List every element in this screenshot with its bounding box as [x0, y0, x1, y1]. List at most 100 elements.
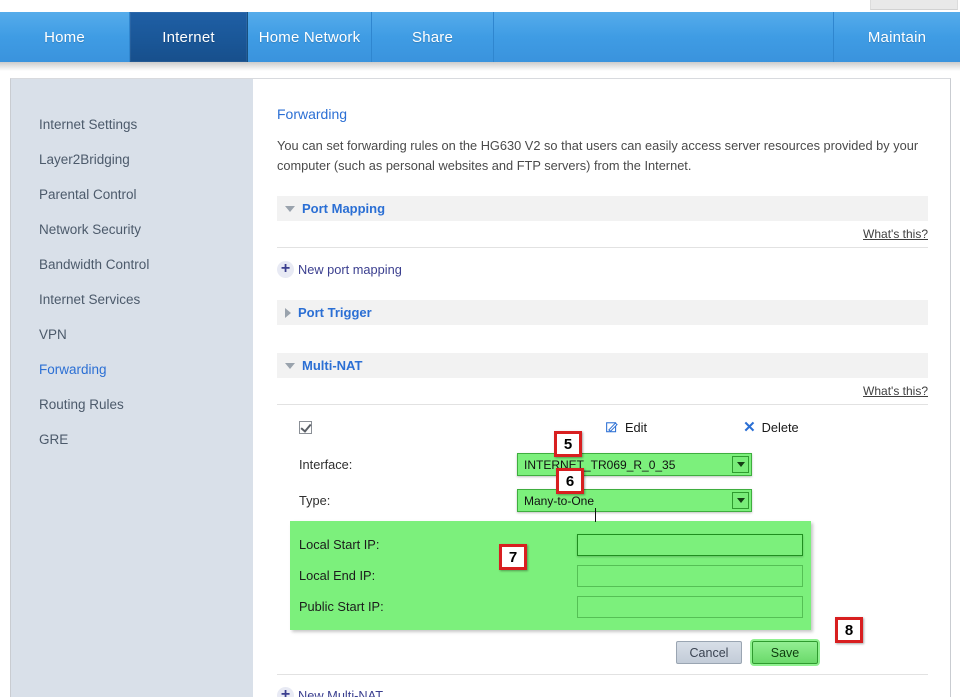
- sidebar-item-forwarding[interactable]: Forwarding: [11, 352, 253, 387]
- sidebar-item-label: Bandwidth Control: [39, 257, 150, 272]
- callout-badge-8: 8: [835, 617, 863, 643]
- ip-fields-panel: Local Start IP: Local End IP: Public Sta…: [290, 521, 811, 630]
- navbar-shadow: [0, 62, 960, 71]
- callout-badge-6: 6: [556, 468, 584, 494]
- sidebar-item-parental-control[interactable]: Parental Control: [11, 177, 253, 212]
- form-divider: [277, 674, 928, 675]
- section-header-port-mapping[interactable]: Port Mapping: [277, 196, 928, 221]
- public-start-ip-label: Public Start IP:: [299, 599, 384, 614]
- callout-number: 8: [844, 621, 854, 639]
- edit-action[interactable]: Edit: [606, 420, 647, 435]
- nav-tab-internet[interactable]: Internet: [130, 12, 248, 62]
- main-navigation-bar: Home Internet Home Network Share Maintai…: [0, 12, 960, 62]
- sidebar-item-routing-rules[interactable]: Routing Rules: [11, 387, 253, 422]
- sidebar-item-label: Internet Services: [39, 292, 141, 307]
- nav-tab-home-label: Home: [44, 28, 85, 46]
- caret-down-icon: [285, 205, 295, 212]
- rule-action-row: Edit ✕ Delete: [277, 411, 928, 443]
- sidebar-item-internet-services[interactable]: Internet Services: [11, 282, 253, 317]
- whats-this-row-port-mapping: What's this?: [277, 221, 928, 248]
- callout-badge-7: 7: [499, 544, 527, 570]
- local-start-ip-input[interactable]: [577, 533, 803, 556]
- sidebar-item-label: Network Security: [39, 222, 142, 237]
- whats-this-link-port-mapping[interactable]: What's this?: [863, 227, 928, 241]
- local-end-ip-label: Local End IP:: [299, 568, 376, 583]
- nav-tab-maintain[interactable]: Maintain: [834, 12, 960, 62]
- chevron-down-icon[interactable]: [732, 456, 749, 473]
- caret-right-icon: [285, 307, 291, 318]
- form-row-local-start-ip: Local Start IP:: [290, 532, 811, 557]
- section-header-port-trigger[interactable]: Port Trigger: [277, 300, 928, 325]
- section-header-multi-nat[interactable]: Multi-NAT: [277, 353, 928, 378]
- sidebar-item-label: Internet Settings: [39, 117, 138, 132]
- interface-dropdown[interactable]: INTERNET_TR069_R_0_35: [517, 453, 752, 476]
- chevron-down-icon[interactable]: [732, 492, 749, 509]
- sidebar-item-label: VPN: [39, 327, 67, 342]
- edit-action-label: Edit: [625, 419, 648, 435]
- type-dropdown[interactable]: Many-to-One: [517, 489, 752, 512]
- sidebar-item-vpn[interactable]: VPN: [11, 317, 253, 352]
- sidebar-list: Internet Settings Layer2Bridging Parenta…: [11, 79, 253, 457]
- sidebar-item-label: Layer2Bridging: [39, 152, 130, 167]
- nav-tab-home[interactable]: Home: [0, 12, 130, 62]
- nav-tab-share-label: Share: [411, 28, 454, 46]
- local-end-ip-input[interactable]: [577, 564, 803, 587]
- plus-icon: +: [277, 687, 294, 697]
- sidebar-item-label: Parental Control: [39, 187, 137, 202]
- sidebar-item-internet-settings[interactable]: Internet Settings: [11, 107, 253, 142]
- callout-number: 6: [565, 472, 575, 490]
- page-description: You can set forwarding rules on the HG63…: [277, 138, 919, 173]
- sidebar-item-layer2bridging[interactable]: Layer2Bridging: [11, 142, 253, 177]
- sidebar-item-label: Forwarding: [39, 362, 107, 377]
- nav-tab-internet-label: Internet: [162, 28, 215, 46]
- save-button-label: Save: [770, 645, 800, 660]
- sidebar-item-bandwidth-control[interactable]: Bandwidth Control: [11, 247, 253, 282]
- new-multi-nat-label: New Multi-NAT: [298, 688, 384, 697]
- top-right-chip: [870, 0, 958, 10]
- type-value: Many-to-One: [524, 493, 595, 508]
- form-button-row: Cancel Save: [277, 641, 928, 664]
- callout-badge-5: 5: [554, 431, 582, 457]
- whats-this-row-multi-nat: What's this?: [277, 378, 928, 405]
- interface-label: Interface:: [299, 457, 353, 472]
- main-content: Forwarding You can set forwarding rules …: [253, 79, 950, 697]
- new-multi-nat-link[interactable]: + New Multi-NAT: [277, 687, 383, 697]
- callout-number: 7: [508, 548, 518, 566]
- type-label: Type:: [299, 493, 331, 508]
- whats-this-link-multi-nat[interactable]: What's this?: [863, 384, 928, 398]
- section-title-multi-nat: Multi-NAT: [302, 358, 363, 373]
- sidebar-item-gre[interactable]: GRE: [11, 422, 253, 457]
- public-start-ip-input[interactable]: [577, 595, 803, 618]
- edit-pencil-icon: [606, 421, 618, 432]
- new-port-mapping-link[interactable]: + New port mapping: [277, 261, 402, 278]
- router-admin-page: Home Internet Home Network Share Maintai…: [0, 0, 960, 697]
- nav-tab-home-network[interactable]: Home Network: [248, 12, 372, 62]
- page-title: Forwarding: [277, 106, 348, 122]
- multi-nat-form: Interface: INTERNET_TR069_R_0_35 Type: M…: [277, 449, 928, 675]
- section-title-port-mapping: Port Mapping: [302, 201, 386, 216]
- local-start-ip-label: Local Start IP:: [299, 537, 380, 552]
- caret-down-icon: [285, 362, 295, 369]
- form-row-interface: Interface: INTERNET_TR069_R_0_35: [277, 449, 928, 480]
- delete-action[interactable]: ✕ Delete: [743, 420, 799, 435]
- page-body: Internet Settings Layer2Bridging Parenta…: [10, 78, 951, 697]
- save-button[interactable]: Save: [752, 641, 818, 664]
- sidebar-item-network-security[interactable]: Network Security: [11, 212, 253, 247]
- nav-tab-home-network-label: Home Network: [258, 28, 361, 46]
- nav-tab-share[interactable]: Share: [372, 12, 494, 62]
- sidebar-item-label: GRE: [39, 432, 69, 447]
- rule-select-checkbox[interactable]: [299, 420, 312, 434]
- nav-spacer: [494, 12, 834, 62]
- sidebar: Internet Settings Layer2Bridging Parenta…: [11, 79, 253, 697]
- nav-tab-maintain-label: Maintain: [867, 28, 927, 46]
- form-row-public-start-ip: Public Start IP:: [290, 594, 811, 619]
- cancel-button[interactable]: Cancel: [676, 641, 742, 664]
- close-x-icon: ✕: [743, 418, 756, 436]
- text-cursor: [595, 508, 596, 522]
- form-row-type: Type: Many-to-One: [277, 485, 928, 516]
- new-port-mapping-label: New port mapping: [298, 262, 402, 277]
- plus-icon: +: [277, 261, 294, 278]
- section-title-port-trigger: Port Trigger: [298, 305, 372, 320]
- form-row-local-end-ip: Local End IP:: [290, 563, 811, 588]
- browser-top-strip: [0, 0, 960, 12]
